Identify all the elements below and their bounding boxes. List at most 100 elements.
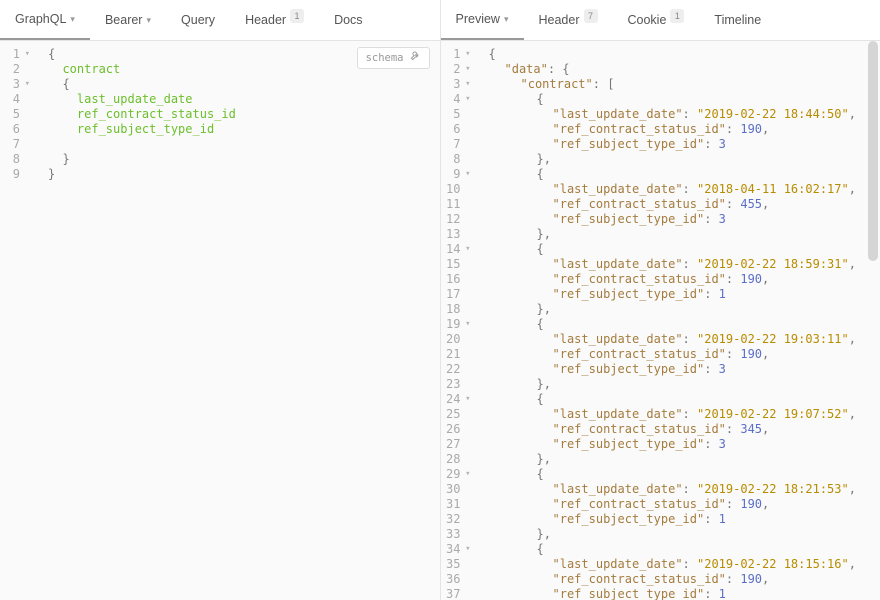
code-content: }: [42, 152, 440, 167]
code-line: 7"ref_subject_type_id": 3: [441, 137, 880, 152]
code-content: "last_update_date": "2019-02-22 18:21:53…: [483, 482, 880, 497]
line-number: 33: [441, 527, 483, 542]
code-line: 14▾{: [441, 242, 880, 257]
response-tab-cookie[interactable]: Cookie1: [613, 0, 700, 40]
code-line: 26"ref_contract_status_id": 345,: [441, 422, 880, 437]
line-number: 26: [441, 422, 483, 437]
code-content: "last_update_date": "2019-02-22 18:15:16…: [483, 557, 880, 572]
code-content: "ref_subject_type_id": 3: [483, 362, 880, 377]
code-content: "last_update_date": "2019-02-22 19:07:52…: [483, 407, 880, 422]
code-content: {: [483, 242, 880, 257]
code-content: "ref_contract_status_id": 190,: [483, 122, 880, 137]
code-content: },: [483, 302, 880, 317]
tab-label: Query: [181, 13, 215, 27]
request-tab-docs[interactable]: Docs: [319, 0, 377, 40]
code-line: 32"ref_subject_type_id": 1: [441, 512, 880, 527]
query-editor[interactable]: schema 1▾{2 contract3▾ {4 last_update_da…: [0, 41, 440, 600]
tab-label: Preview: [456, 12, 500, 26]
code-content: },: [483, 452, 880, 467]
fold-toggle-icon[interactable]: ▾: [463, 77, 471, 92]
line-number: 34▾: [441, 542, 483, 557]
wrench-icon: [410, 50, 421, 66]
tab-badge: 1: [290, 9, 304, 23]
line-number: 31: [441, 497, 483, 512]
fold-toggle-icon[interactable]: ▾: [463, 167, 471, 182]
fold-toggle-icon[interactable]: ▾: [463, 242, 471, 257]
response-viewer[interactable]: 1▾{2▾"data": {3▾"contract": [4▾{5"last_u…: [441, 41, 880, 600]
code-line: 3▾ {: [0, 77, 440, 92]
fold-toggle-icon[interactable]: ▾: [463, 392, 471, 407]
line-number: 24▾: [441, 392, 483, 407]
code-line: 2▾"data": {: [441, 62, 880, 77]
line-number: 29▾: [441, 467, 483, 482]
line-number: 37: [441, 587, 483, 600]
response-tab-timeline[interactable]: Timeline: [699, 0, 776, 40]
scrollbar-thumb[interactable]: [868, 41, 878, 261]
tab-label: Cookie: [628, 13, 667, 27]
fold-toggle-icon[interactable]: ▾: [463, 92, 471, 107]
code-line: 7: [0, 137, 440, 152]
code-content: "ref_contract_status_id": 190,: [483, 347, 880, 362]
code-line: 29▾{: [441, 467, 880, 482]
code-line: 5 ref_contract_status_id: [0, 107, 440, 122]
code-content: "ref_contract_status_id": 190,: [483, 497, 880, 512]
code-line: 5"last_update_date": "2019-02-22 18:44:5…: [441, 107, 880, 122]
line-number: 9: [0, 167, 42, 182]
line-number: 6: [441, 122, 483, 137]
chevron-down-icon: ▾: [504, 14, 509, 25]
code-line: 22"ref_subject_type_id": 3: [441, 362, 880, 377]
code-content: "ref_contract_status_id": 190,: [483, 272, 880, 287]
code-line: 4 last_update_date: [0, 92, 440, 107]
fold-toggle-icon[interactable]: ▾: [22, 47, 30, 62]
code-line: 6 ref_subject_type_id: [0, 122, 440, 137]
schema-button[interactable]: schema: [357, 47, 430, 69]
line-number: 15: [441, 257, 483, 272]
code-line: 10"last_update_date": "2018-04-11 16:02:…: [441, 182, 880, 197]
response-tab-preview[interactable]: Preview ▾: [441, 0, 524, 40]
code-content: {: [42, 77, 440, 92]
tab-label: Docs: [334, 13, 362, 27]
fold-toggle-icon[interactable]: ▾: [463, 317, 471, 332]
request-tab-graphql[interactable]: GraphQL▾: [0, 0, 90, 40]
fold-toggle-icon[interactable]: ▾: [463, 47, 471, 62]
tab-label: Header: [245, 13, 286, 27]
line-number: 5: [441, 107, 483, 122]
code-content: "ref_contract_status_id": 190,: [483, 572, 880, 587]
tab-badge: 1: [670, 9, 684, 23]
line-number: 19▾: [441, 317, 483, 332]
code-content: "ref_contract_status_id": 345,: [483, 422, 880, 437]
fold-toggle-icon[interactable]: ▾: [463, 542, 471, 557]
code-content: "ref_subject_type_id": 1: [483, 512, 880, 527]
line-number: 8: [0, 152, 42, 167]
vertical-scrollbar[interactable]: [866, 41, 880, 600]
code-line: 27"ref_subject_type_id": 3: [441, 437, 880, 452]
line-number: 12: [441, 212, 483, 227]
line-number: 2: [0, 62, 42, 77]
code-line: 18},: [441, 302, 880, 317]
app-root: GraphQL▾Bearer▾QueryHeader1Docs schema 1…: [0, 0, 880, 600]
code-content: },: [483, 377, 880, 392]
line-number: 11: [441, 197, 483, 212]
code-line: 35"last_update_date": "2019-02-22 18:15:…: [441, 557, 880, 572]
request-tab-query[interactable]: Query: [166, 0, 230, 40]
code-content: [42, 137, 440, 152]
code-content: "ref_subject_type_id": 3: [483, 137, 880, 152]
fold-toggle-icon[interactable]: ▾: [463, 62, 471, 77]
code-line: 33},: [441, 527, 880, 542]
request-tab-bearer[interactable]: Bearer▾: [90, 0, 166, 40]
fold-toggle-icon[interactable]: ▾: [463, 467, 471, 482]
request-pane: GraphQL▾Bearer▾QueryHeader1Docs schema 1…: [0, 0, 441, 600]
request-tab-header[interactable]: Header 1: [230, 0, 319, 40]
code-content: "last_update_date": "2018-04-11 16:02:17…: [483, 182, 880, 197]
chevron-down-icon: ▾: [146, 15, 151, 26]
code-line: 25"last_update_date": "2019-02-22 19:07:…: [441, 407, 880, 422]
line-number: 20: [441, 332, 483, 347]
line-number: 30: [441, 482, 483, 497]
line-number: 4: [0, 92, 42, 107]
response-tabs: Preview▾Header7Cookie1Timeline: [441, 0, 880, 41]
response-tab-header[interactable]: Header7: [524, 0, 613, 40]
tab-label: Bearer: [105, 13, 143, 27]
fold-toggle-icon[interactable]: ▾: [22, 77, 30, 92]
code-line: 36"ref_contract_status_id": 190,: [441, 572, 880, 587]
code-line: 4▾{: [441, 92, 880, 107]
